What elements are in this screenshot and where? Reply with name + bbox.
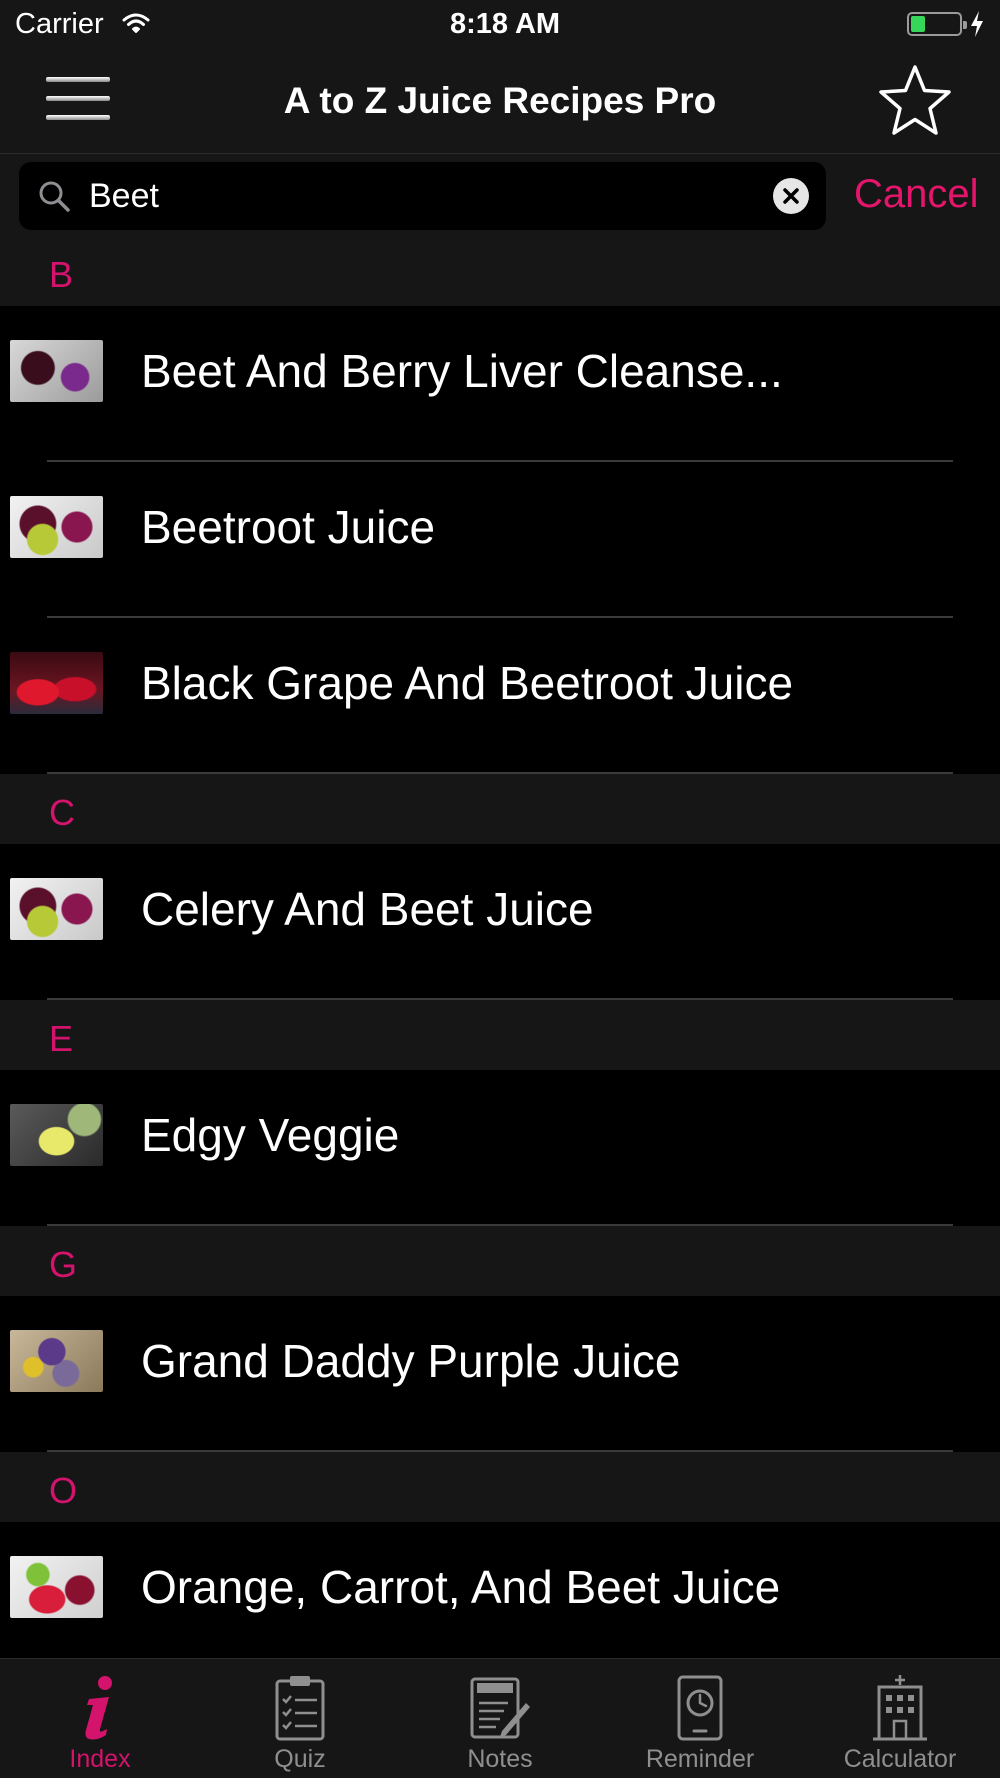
status-bar: Carrier 8:18 AM <box>0 0 1000 50</box>
tab-quiz[interactable]: Quiz <box>200 1659 400 1778</box>
recipe-thumbnail <box>10 1556 103 1618</box>
section-letter: B <box>49 254 74 295</box>
recipe-title: Orange, Carrot, And Beet Juice <box>141 1561 781 1613</box>
tab-reminder[interactable]: Reminder <box>600 1659 800 1778</box>
tab-label: Quiz <box>274 1745 326 1773</box>
list-item[interactable]: Beet And Berry Liver Cleanse... <box>0 306 1000 462</box>
recipe-thumbnail <box>10 1330 103 1392</box>
recipe-title: Black Grape And Beetroot Juice <box>141 657 794 709</box>
recipe-thumbnail <box>10 340 103 402</box>
search-input[interactable] <box>89 170 769 222</box>
tab-label: Calculator <box>843 1745 957 1773</box>
search-field <box>19 162 826 230</box>
search-bar: Cancel <box>0 154 1000 236</box>
section-letter: C <box>49 792 75 833</box>
section-letter: E <box>49 1018 74 1059</box>
star-icon[interactable] <box>877 62 953 143</box>
search-icon <box>37 179 71 218</box>
list-item[interactable]: Grand Daddy Purple Juice <box>0 1296 1000 1452</box>
recipe-title: Edgy Veggie <box>141 1109 400 1161</box>
list-item[interactable]: Beetroot Juice <box>0 462 1000 618</box>
building-icon <box>800 1673 1000 1743</box>
recipe-thumbnail <box>10 496 103 558</box>
tab-bar: Index Quiz Notes Reminder Calculator <box>0 1658 1000 1778</box>
list-item[interactable]: Celery And Beet Juice <box>0 844 1000 1000</box>
cancel-button[interactable]: Cancel <box>854 172 979 217</box>
info-icon <box>0 1673 200 1743</box>
tab-label: Index <box>69 1745 131 1773</box>
recipe-list: B Beet And Berry Liver Cleanse... Beetro… <box>0 236 1000 1678</box>
tab-calculator[interactable]: Calculator <box>800 1659 1000 1778</box>
recipe-thumbnail <box>10 652 103 714</box>
clear-search-icon[interactable] <box>773 178 809 214</box>
recipe-title: Grand Daddy Purple Juice <box>141 1335 681 1387</box>
section-header-b: B <box>0 236 1000 306</box>
tab-index[interactable]: Index <box>0 1659 200 1778</box>
status-time: 8:18 AM <box>449 8 561 40</box>
list-item[interactable]: Orange, Carrot, And Beet Juice <box>0 1522 1000 1678</box>
clipboard-checklist-icon <box>200 1673 400 1743</box>
navigation-bar: A to Z Juice Recipes Pro <box>0 50 1000 154</box>
recipe-thumbnail <box>10 1104 103 1166</box>
recipe-title: Celery And Beet Juice <box>141 883 594 935</box>
battery-icon <box>907 12 967 36</box>
clock-device-icon <box>600 1673 800 1743</box>
tab-notes[interactable]: Notes <box>400 1659 600 1778</box>
recipe-title: Beet And Berry Liver Cleanse... <box>141 345 783 397</box>
page-title: A to Z Juice Recipes Pro <box>283 80 717 121</box>
section-letter: G <box>49 1244 78 1285</box>
tab-label: Reminder <box>645 1745 755 1773</box>
tab-label: Notes <box>467 1745 533 1773</box>
recipe-thumbnail <box>10 878 103 940</box>
list-item[interactable]: Black Grape And Beetroot Juice <box>0 618 1000 774</box>
section-header-o: O <box>0 1452 1000 1522</box>
section-header-g: G <box>0 1226 1000 1296</box>
section-header-c: C <box>0 774 1000 844</box>
section-letter: O <box>49 1470 78 1511</box>
notes-pencil-icon <box>400 1673 600 1743</box>
recipe-title: Beetroot Juice <box>141 501 436 553</box>
section-header-e: E <box>0 1000 1000 1070</box>
list-item[interactable]: Edgy Veggie <box>0 1070 1000 1226</box>
charging-bolt-icon <box>969 10 985 43</box>
